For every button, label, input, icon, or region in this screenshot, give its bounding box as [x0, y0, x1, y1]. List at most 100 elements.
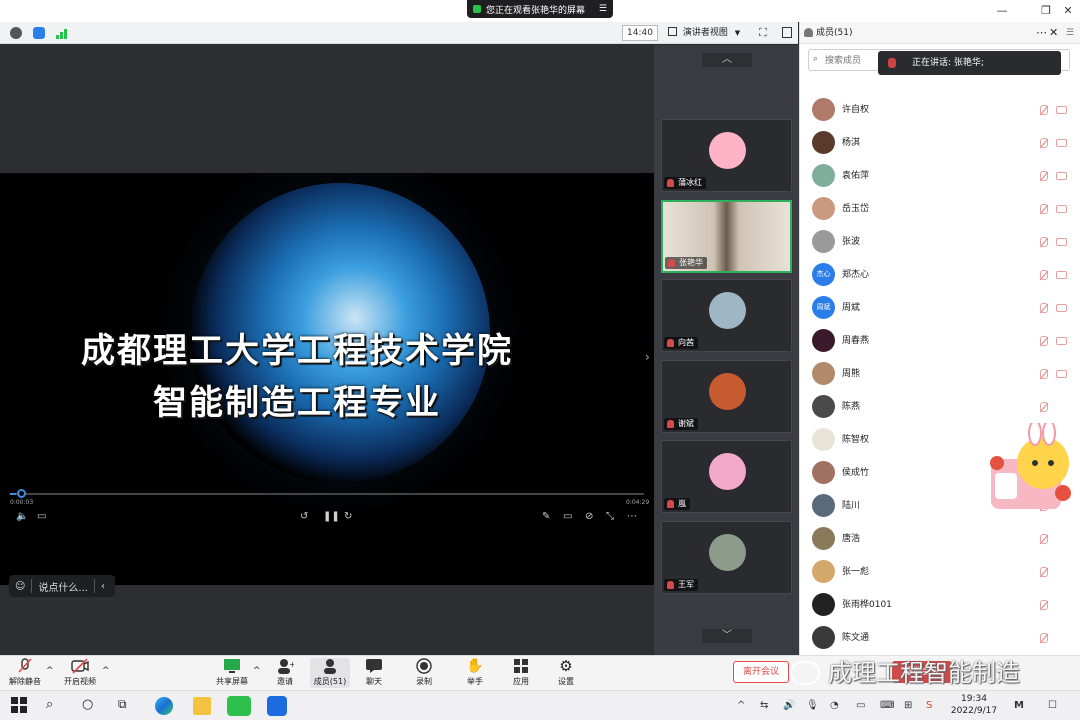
- chevron-up-icon[interactable]: ^: [102, 666, 110, 676]
- member-row[interactable]: 唐浩: [800, 522, 1080, 555]
- leave-meeting-button[interactable]: 离开会议: [733, 661, 789, 683]
- more-icon[interactable]: ⋯: [627, 511, 637, 522]
- chevron-left-icon[interactable]: ‹: [101, 581, 105, 592]
- mic-muted-icon[interactable]: [1040, 138, 1048, 148]
- video-tile[interactable]: 蒲冰红: [661, 119, 792, 192]
- mic-muted-icon[interactable]: [1040, 633, 1048, 643]
- meeting-app-icon[interactable]: [267, 696, 287, 716]
- rewind-icon[interactable]: ↺: [300, 511, 308, 522]
- minimize-icon[interactable]: —: [994, 3, 1010, 19]
- forward-icon[interactable]: ↻: [344, 511, 352, 522]
- member-row[interactable]: 许自权: [800, 93, 1080, 126]
- shield-icon[interactable]: [33, 27, 45, 39]
- member-row[interactable]: 岳玉岱: [800, 192, 1080, 225]
- ime-icon[interactable]: ⊞: [904, 700, 912, 711]
- member-row[interactable]: 杰心 郑杰心: [800, 258, 1080, 291]
- no-camera-icon[interactable]: ⊘: [585, 511, 593, 522]
- chat-button[interactable]: 聊天: [360, 658, 388, 687]
- member-row[interactable]: 杨淇: [800, 126, 1080, 159]
- volume-icon[interactable]: 🔊: [783, 700, 795, 711]
- mic-muted-icon[interactable]: [1040, 534, 1048, 544]
- mic-muted-icon[interactable]: [1040, 369, 1048, 379]
- member-row[interactable]: 周熊: [800, 357, 1080, 390]
- share-banner[interactable]: 您正在观看张艳华的屏幕 ☰: [467, 0, 613, 18]
- mic-muted-icon[interactable]: [1040, 303, 1048, 313]
- pen-icon[interactable]: ✎: [542, 511, 550, 522]
- chevron-up-icon[interactable]: ^: [46, 666, 54, 676]
- member-row[interactable]: 张一彪: [800, 555, 1080, 588]
- mic-muted-icon[interactable]: [1040, 567, 1048, 577]
- mic-muted-icon[interactable]: [1040, 336, 1048, 346]
- sidebar-toggle-icon[interactable]: [782, 27, 792, 38]
- camera-off-icon[interactable]: [1056, 271, 1067, 279]
- chevron-up-icon[interactable]: ^: [737, 700, 745, 711]
- video-tile[interactable]: 谢斌: [661, 360, 792, 433]
- wechat-app-icon[interactable]: [227, 696, 251, 716]
- keyboard-icon[interactable]: ⌨: [880, 700, 894, 711]
- member-row[interactable]: 陈文通: [800, 621, 1080, 654]
- chevron-up-icon[interactable]: ^: [253, 666, 261, 676]
- cortana-icon[interactable]: ○: [82, 697, 100, 715]
- menu-icon[interactable]: ☰: [1066, 22, 1074, 44]
- settings-button[interactable]: ⚙ 设置: [552, 658, 580, 687]
- chevron-right-icon[interactable]: ›: [645, 350, 650, 364]
- subtitle-icon[interactable]: ▭: [37, 511, 46, 522]
- tray-app-icon[interactable]: M: [1014, 700, 1024, 711]
- signal-icon[interactable]: [56, 28, 68, 39]
- network-icon[interactable]: ⇆: [760, 700, 768, 711]
- unmute-button[interactable]: 解除静音: [6, 658, 44, 687]
- apps-button[interactable]: 应用: [507, 658, 535, 687]
- screen-icon[interactable]: ▭: [563, 511, 572, 522]
- mic-muted-icon[interactable]: [1040, 402, 1048, 412]
- camera-off-icon[interactable]: [1056, 172, 1067, 180]
- share-screen-button[interactable]: 共享屏幕: [214, 658, 250, 687]
- mic-muted-icon[interactable]: [1040, 237, 1048, 247]
- video-tile[interactable]: 向茜: [661, 279, 792, 352]
- raise-hand-button[interactable]: ✋ 举手: [461, 658, 489, 687]
- mic-muted-icon[interactable]: [1040, 171, 1048, 181]
- chat-input[interactable]: ☺ 说点什么... ‹: [9, 575, 115, 597]
- camera-off-icon[interactable]: [1056, 205, 1067, 213]
- member-row[interactable]: 张波: [800, 225, 1080, 258]
- mic-muted-icon[interactable]: [1040, 600, 1048, 610]
- system-clock[interactable]: 19:34 2022/9/17: [944, 693, 1004, 717]
- progress-track[interactable]: [10, 493, 644, 495]
- mic-icon[interactable]: 🎙: [806, 700, 819, 711]
- fullscreen-icon[interactable]: ⛶: [759, 26, 767, 40]
- video-tile[interactable]: 嵐: [661, 440, 792, 513]
- edge-icon[interactable]: [155, 697, 173, 715]
- task-view-icon[interactable]: ⧉: [118, 697, 136, 715]
- display-icon[interactable]: ▭: [856, 700, 865, 711]
- camera-off-icon[interactable]: [1056, 238, 1067, 246]
- mic-muted-icon[interactable]: [1040, 204, 1048, 214]
- mic-muted-icon[interactable]: [1040, 105, 1048, 115]
- video-tile-active-speaker[interactable]: 张艳华: [661, 200, 792, 273]
- more-icon[interactable]: ⋯: [1036, 22, 1047, 44]
- gallery-scroll-up-icon[interactable]: ︿: [702, 53, 752, 67]
- close-icon[interactable]: ✕: [1060, 3, 1076, 19]
- gallery-scroll-down-icon[interactable]: ﹀: [702, 629, 752, 643]
- maximize-icon[interactable]: ❐: [1038, 3, 1054, 19]
- progress-knob[interactable]: [17, 489, 26, 498]
- member-row[interactable]: 张雨桦0101: [800, 588, 1080, 621]
- camera-off-icon[interactable]: [1056, 337, 1067, 345]
- close-icon[interactable]: ✕: [1049, 22, 1058, 44]
- members-button[interactable]: 成员(51): [310, 658, 350, 688]
- camera-off-icon[interactable]: [1056, 106, 1067, 114]
- list-icon[interactable]: ☰: [599, 4, 607, 14]
- shared-video[interactable]: 成都理工大学工程技术学院 智能制造工程专业 0:00:03 0:04:29 🔈 …: [0, 173, 654, 585]
- info-icon[interactable]: [10, 27, 22, 39]
- file-explorer-icon[interactable]: [193, 697, 211, 715]
- sogou-icon[interactable]: S: [926, 700, 932, 711]
- video-tile[interactable]: 王军: [661, 521, 792, 594]
- invite-button[interactable]: + 邀请: [270, 658, 300, 687]
- camera-off-icon[interactable]: [1056, 304, 1067, 312]
- volume-icon[interactable]: 🔈: [16, 511, 28, 522]
- mic-muted-icon[interactable]: [1040, 270, 1048, 280]
- notification-icon[interactable]: ☐: [1048, 700, 1057, 711]
- start-video-button[interactable]: 开启视频: [60, 658, 100, 687]
- member-row[interactable]: 周春燕: [800, 324, 1080, 357]
- record-button[interactable]: 录制: [410, 658, 438, 687]
- member-row[interactable]: 陈燕: [800, 390, 1080, 423]
- view-mode-dropdown[interactable]: 演讲者视图 ▼: [668, 25, 748, 41]
